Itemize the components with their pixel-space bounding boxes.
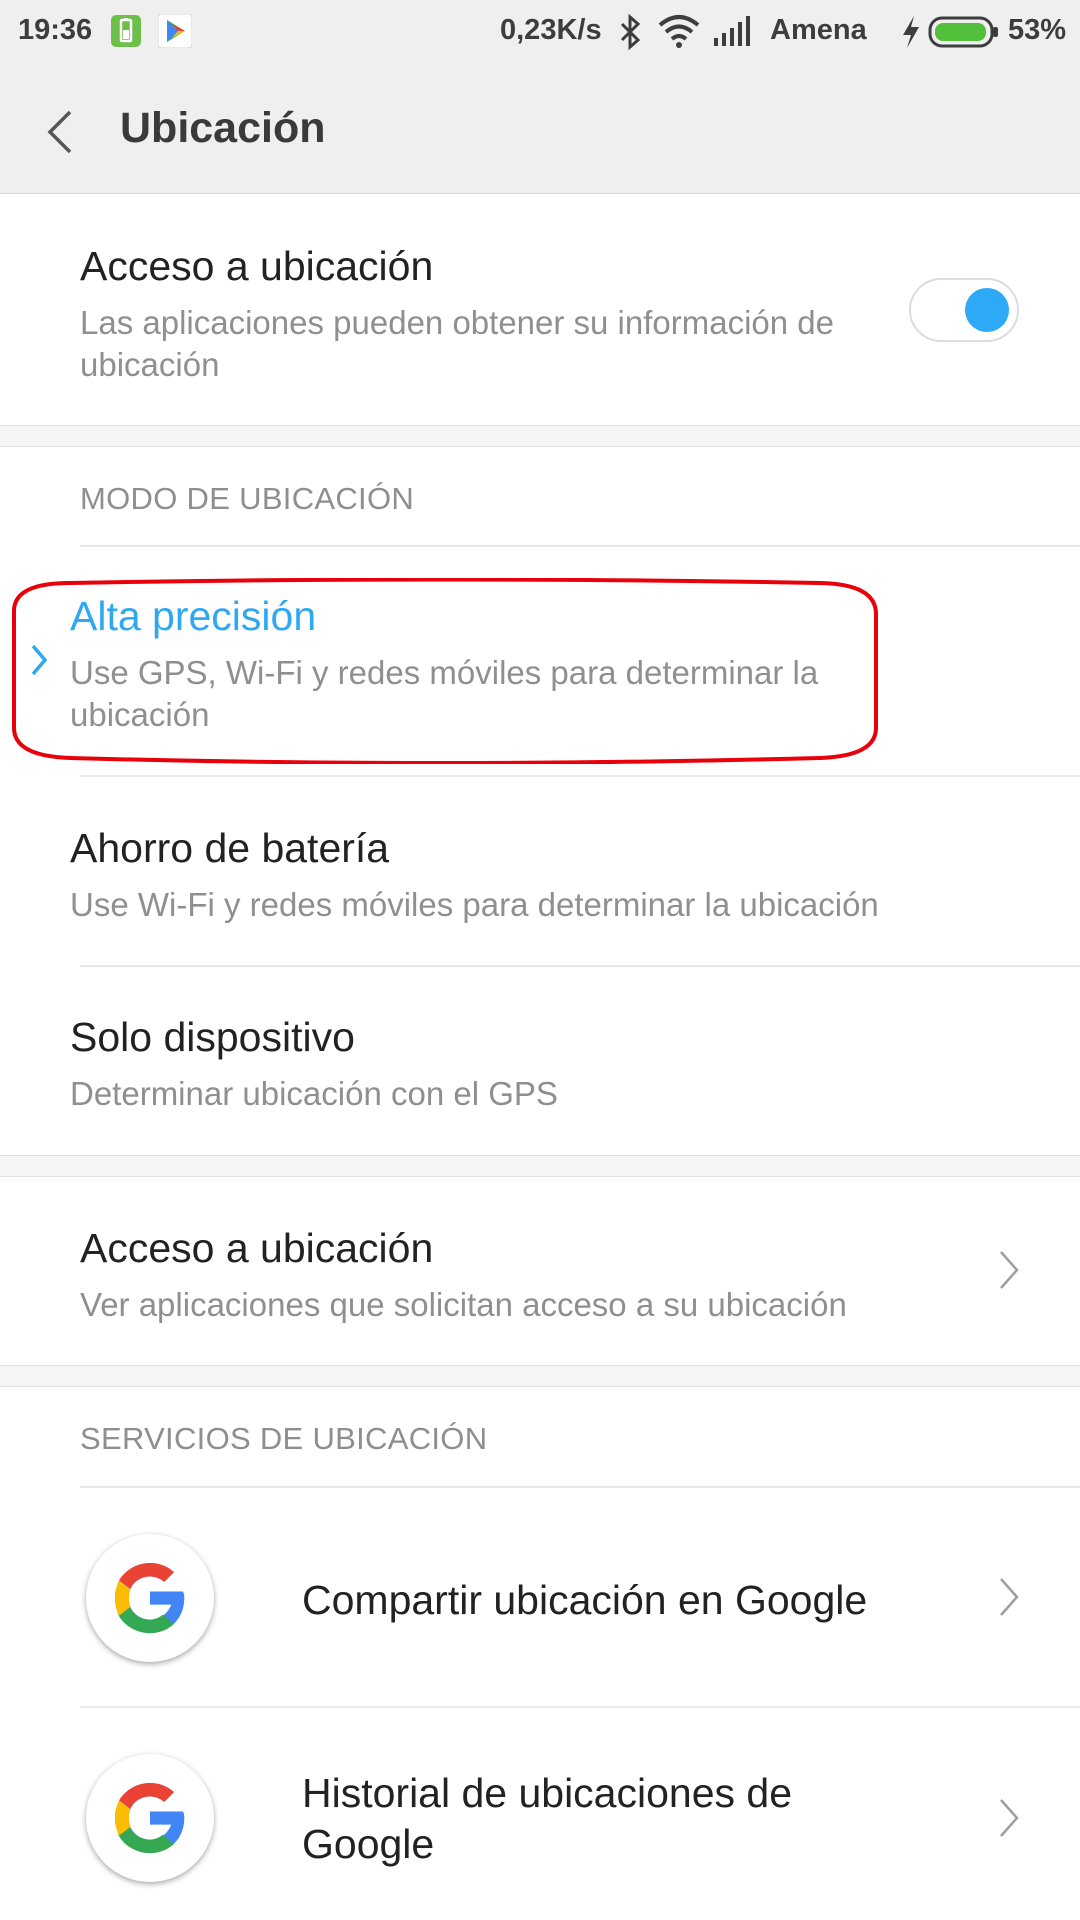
play-store-icon bbox=[158, 14, 192, 48]
google-icon bbox=[86, 1534, 214, 1662]
app-location-access-row[interactable]: Acceso a ubicación Ver aplicaciones que … bbox=[0, 1178, 1080, 1365]
divider bbox=[80, 545, 1080, 547]
mode-option-title: Solo dispositivo bbox=[70, 1014, 355, 1060]
google-location-history-row[interactable]: Historial de ubicaciones de Google bbox=[0, 1708, 1080, 1920]
section-separator bbox=[0, 425, 1080, 447]
mode-section-label: MODO DE UBICACIÓN bbox=[80, 481, 415, 516]
mode-option-device-only[interactable]: Solo dispositivo Determinar ubicación co… bbox=[0, 967, 1080, 1155]
status-time: 19:36 bbox=[18, 14, 93, 46]
service-title: Compartir ubicación en Google bbox=[302, 1577, 868, 1623]
toggle-knob bbox=[965, 288, 1009, 332]
highlight-annotation bbox=[12, 578, 878, 764]
location-access-subtitle: Las aplicaciones pueden obtener su infor… bbox=[80, 304, 835, 383]
back-arrow-icon[interactable] bbox=[42, 106, 78, 158]
google-location-sharing-row[interactable]: Compartir ubicación en Google bbox=[0, 1488, 1080, 1706]
section-separator bbox=[0, 1365, 1080, 1387]
battery-saver-icon bbox=[111, 15, 141, 47]
network-speed: 0,23K/s bbox=[500, 14, 602, 46]
signal-icon bbox=[714, 16, 750, 46]
chevron-right-icon bbox=[1000, 1251, 1019, 1289]
mode-option-subtitle: Use Wi-Fi y redes móviles para determina… bbox=[70, 886, 879, 923]
mode-option-subtitle: Determinar ubicación con el GPS bbox=[70, 1075, 558, 1112]
charging-icon bbox=[903, 16, 919, 48]
section-separator bbox=[0, 1155, 1080, 1177]
chevron-right-icon bbox=[1000, 1799, 1019, 1837]
location-access-toggle[interactable] bbox=[909, 278, 1019, 342]
app-access-title: Acceso a ubicación bbox=[80, 1225, 434, 1271]
carrier-name: Amena bbox=[770, 14, 867, 46]
battery-percent: 53% bbox=[1008, 14, 1067, 46]
status-bar: 19:36 0,23K/s Amena 53% bbox=[0, 0, 1080, 70]
app-header: Ubicación bbox=[0, 70, 1080, 194]
battery-icon bbox=[928, 16, 998, 48]
bluetooth-icon bbox=[620, 14, 641, 50]
page-title: Ubicación bbox=[120, 104, 326, 152]
app-access-subtitle: Ver aplicaciones que solicitan acceso a … bbox=[80, 1286, 847, 1323]
services-section-label: SERVICIOS DE UBICACIÓN bbox=[80, 1421, 488, 1456]
location-access-title: Acceso a ubicación bbox=[80, 243, 434, 289]
service-title: Historial de ubicaciones de Google bbox=[302, 1770, 792, 1867]
mode-option-battery-saving[interactable]: Ahorro de batería Use Wi-Fi y redes móvi… bbox=[0, 777, 1080, 965]
chevron-right-icon bbox=[1000, 1578, 1019, 1616]
mode-option-title: Ahorro de batería bbox=[70, 825, 390, 871]
wifi-icon bbox=[658, 15, 700, 48]
google-icon bbox=[86, 1754, 214, 1882]
